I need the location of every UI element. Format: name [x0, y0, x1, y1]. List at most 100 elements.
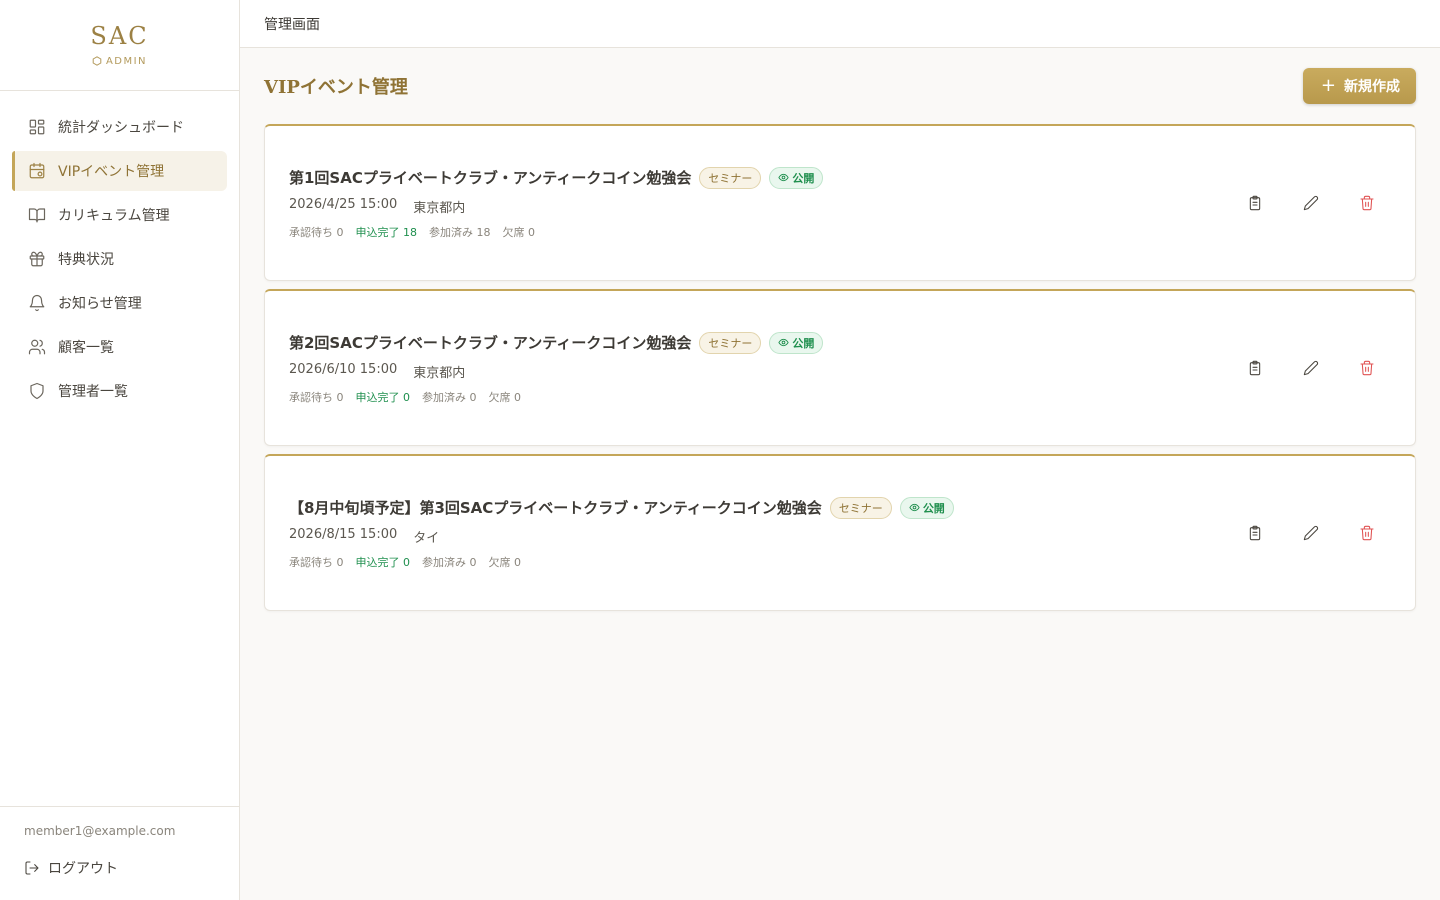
event-datetime: 2026/6/10 15:00 [289, 361, 398, 377]
stat-absent: 欠席 0 [488, 390, 522, 404]
brand: SAC ADMIN [0, 0, 239, 91]
page-title: VIPイベント管理 [264, 77, 408, 98]
event-meta: 2026/4/25 15:00 東京都内 [289, 197, 823, 216]
book-icon [28, 208, 46, 223]
stat-applied: 申込完了 0 [355, 390, 411, 404]
sidebar: SAC ADMIN 統計ダッシュボード VIPイベント管理 カリキュラム管理 特… [0, 0, 240, 900]
status-badge-label: 公開 [792, 171, 815, 185]
participants-button[interactable] [1239, 187, 1271, 219]
event-info: 【8月中旬頃予定】第3回SACプライベートクラブ・アンティークコイン勉強会 セミ… [289, 496, 954, 570]
stat-pending: 承認待ち 0 [289, 390, 344, 404]
event-location: 東京都内 [413, 365, 466, 381]
sidebar-item-notifications[interactable]: お知らせ管理 [12, 283, 227, 323]
event-list: 第1回SACプライベートクラブ・アンティークコイン勉強会 セミナー 公開 202… [264, 124, 1416, 611]
user-email: member1@example.com [24, 824, 176, 838]
sidebar-nav: 統計ダッシュボード VIPイベント管理 カリキュラム管理 特典状況 お知らせ管理… [0, 91, 239, 411]
event-info: 第1回SACプライベートクラブ・アンティークコイン勉強会 セミナー 公開 202… [289, 166, 824, 240]
sidebar-item-vip-events[interactable]: VIPイベント管理 [12, 151, 227, 191]
stat-absent: 欠席 0 [502, 225, 536, 239]
event-card: 第2回SACプライベートクラブ・アンティークコイン勉強会 セミナー 公開 202… [264, 289, 1416, 446]
sidebar-item-label: VIPイベント管理 [58, 164, 165, 180]
trash-icon [1360, 525, 1374, 541]
stat-attended: 参加済み 0 [422, 390, 477, 404]
stat-absent: 欠席 0 [488, 555, 522, 569]
gift-icon [29, 251, 45, 267]
category-badge: セミナー [829, 496, 892, 519]
sidebar-item-label: 特典状況 [58, 252, 114, 268]
sidebar-footer: member1@example.com ログアウト [0, 806, 239, 900]
eye-icon [909, 503, 920, 512]
logout-icon [25, 861, 39, 875]
event-title: 第1回SACプライベートクラブ・アンティークコイン勉強会 [289, 169, 692, 187]
trash-icon [1360, 360, 1374, 376]
event-info: 第2回SACプライベートクラブ・アンティークコイン勉強会 セミナー 公開 202… [289, 331, 824, 405]
create-new-button[interactable]: + 新規作成 [1302, 68, 1416, 104]
sidebar-item-admins[interactable]: 管理者一覧 [12, 371, 227, 411]
event-datetime: 2026/8/15 15:00 [289, 526, 398, 542]
pencil-icon [1303, 360, 1319, 376]
sidebar-item-customers[interactable]: 顧客一覧 [12, 327, 227, 367]
bell-icon [29, 294, 45, 312]
event-title-row: 【8月中旬頃予定】第3回SACプライベートクラブ・アンティークコイン勉強会 セミ… [289, 496, 954, 519]
stat-attended: 参加済み 18 [429, 225, 491, 239]
logout-label: ログアウト [48, 861, 118, 877]
event-datetime: 2026/4/25 15:00 [289, 196, 398, 212]
stat-attended: 参加済み 0 [422, 555, 477, 569]
pencil-icon [1303, 525, 1319, 541]
status-badge: 公開 [769, 331, 824, 354]
participants-button[interactable] [1239, 352, 1271, 384]
plus-icon: + [1320, 75, 1336, 96]
sidebar-item-label: カリキュラム管理 [58, 208, 170, 224]
brand-subtitle-text: ADMIN [105, 55, 148, 67]
event-stats: 承認待ち 0 申込完了 0 参加済み 0 欠席 0 [289, 554, 954, 570]
event-stats: 承認待ち 0 申込完了 18 参加済み 18 欠席 0 [289, 224, 823, 240]
clipboard-icon [1249, 360, 1261, 376]
page-header: VIPイベント管理 + 新規作成 [264, 48, 1416, 124]
event-card: 第1回SACプライベートクラブ・アンティークコイン勉強会 セミナー 公開 202… [264, 124, 1416, 281]
topbar-title: 管理画面 [264, 16, 320, 33]
edit-button[interactable] [1295, 517, 1327, 549]
status-badge-label: 公開 [922, 501, 945, 515]
delete-button[interactable] [1351, 187, 1383, 219]
delete-button[interactable] [1351, 352, 1383, 384]
event-actions [1239, 517, 1383, 549]
sidebar-item-benefits[interactable]: 特典状況 [12, 239, 227, 279]
brand-title: SAC [90, 21, 149, 50]
clipboard-icon [1249, 195, 1261, 211]
shield-icon [30, 382, 44, 400]
users-icon [28, 339, 46, 355]
event-meta: 2026/8/15 15:00 タイ [289, 527, 954, 546]
event-meta: 2026/6/10 15:00 東京都内 [289, 362, 823, 381]
event-title: 【8月中旬頃予定】第3回SACプライベートクラブ・アンティークコイン勉強会 [289, 499, 822, 517]
event-title: 第2回SACプライベートクラブ・アンティークコイン勉強会 [289, 334, 692, 352]
event-stats: 承認待ち 0 申込完了 0 参加済み 0 欠席 0 [289, 389, 823, 405]
delete-button[interactable] [1351, 517, 1383, 549]
event-location: タイ [413, 530, 440, 546]
main-content: VIPイベント管理 + 新規作成 第1回SACプライベートクラブ・アンティークコ… [264, 48, 1416, 619]
category-badge: セミナー [699, 166, 762, 189]
pencil-icon [1303, 195, 1319, 211]
status-badge: 公開 [769, 166, 824, 189]
edit-button[interactable] [1295, 352, 1327, 384]
event-actions [1239, 187, 1383, 219]
sidebar-item-label: お知らせ管理 [58, 296, 142, 312]
event-title-row: 第2回SACプライベートクラブ・アンティークコイン勉強会 セミナー 公開 [289, 331, 824, 354]
eye-icon [778, 338, 789, 347]
edit-button[interactable] [1295, 187, 1327, 219]
stat-pending: 承認待ち 0 [289, 225, 344, 239]
participants-button[interactable] [1239, 517, 1271, 549]
eye-icon [778, 173, 789, 182]
event-location: 東京都内 [413, 200, 466, 216]
hexagon-icon [92, 56, 102, 66]
logout-button[interactable]: ログアウト [24, 858, 215, 878]
sidebar-item-dashboard[interactable]: 統計ダッシュボード [12, 107, 227, 147]
sidebar-item-label: 管理者一覧 [58, 384, 128, 400]
status-badge-label: 公開 [792, 336, 815, 350]
trash-icon [1360, 195, 1374, 211]
brand-subtitle: ADMIN [92, 56, 147, 67]
sidebar-item-label: 統計ダッシュボード [58, 120, 184, 136]
sidebar-item-curriculum[interactable]: カリキュラム管理 [12, 195, 227, 235]
create-new-label: 新規作成 [1344, 79, 1400, 95]
stat-applied: 申込完了 18 [355, 225, 418, 239]
sidebar-item-label: 顧客一覧 [58, 340, 114, 356]
